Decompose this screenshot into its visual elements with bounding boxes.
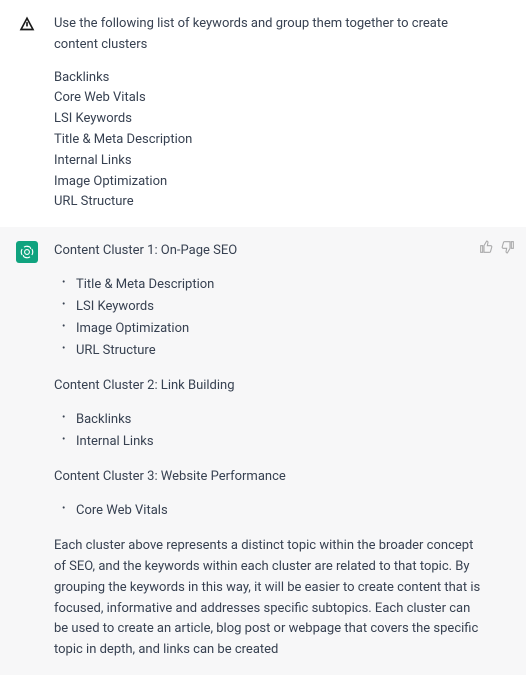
list-item: Image Optimization [62,318,482,340]
list-item: LSI Keywords [62,296,482,318]
keyword-item: Title & Meta Description [54,130,482,151]
assistant-message: Content Cluster 1: On-Page SEO Title & M… [0,227,526,675]
user-message: Use the following list of keywords and g… [0,0,526,227]
user-prompt-intro: Use the following list of keywords and g… [54,14,482,56]
user-content: Use the following list of keywords and g… [54,14,510,213]
cluster-list: Backlinks Internal Links [62,409,482,453]
keyword-item: Core Web Vitals [54,88,482,109]
thumbs-down-icon [500,239,516,255]
thumbs-up-button[interactable] [478,239,494,255]
keyword-item: Internal Links [54,151,482,172]
assistant-avatar [16,241,38,263]
keyword-item: LSI Keywords [54,109,482,130]
feedback-controls [478,239,516,255]
assistant-avatar-icon [18,243,36,261]
user-avatar-icon [18,16,36,34]
cluster-title: Content Cluster 1: On-Page SEO [54,241,482,262]
list-item: Core Web Vitals [62,500,482,522]
thumbs-down-button[interactable] [500,239,516,255]
cluster-title: Content Cluster 3: Website Performance [54,467,482,488]
user-keywords-list: Backlinks Core Web Vitals LSI Keywords T… [54,68,482,214]
cluster-title: Content Cluster 2: Link Building [54,376,482,397]
list-item: Backlinks [62,409,482,431]
keyword-item: Backlinks [54,68,482,89]
keyword-item: URL Structure [54,192,482,213]
list-item: Internal Links [62,431,482,453]
cluster-list: Core Web Vitals [62,500,482,522]
keyword-item: Image Optimization [54,172,482,193]
list-item: URL Structure [62,340,482,362]
cluster-list: Title & Meta Description LSI Keywords Im… [62,274,482,362]
user-avatar [16,14,38,36]
thumbs-up-icon [478,239,494,255]
list-item: Title & Meta Description [62,274,482,296]
assistant-summary: Each cluster above represents a distinct… [54,536,482,661]
assistant-content: Content Cluster 1: On-Page SEO Title & M… [54,241,510,661]
